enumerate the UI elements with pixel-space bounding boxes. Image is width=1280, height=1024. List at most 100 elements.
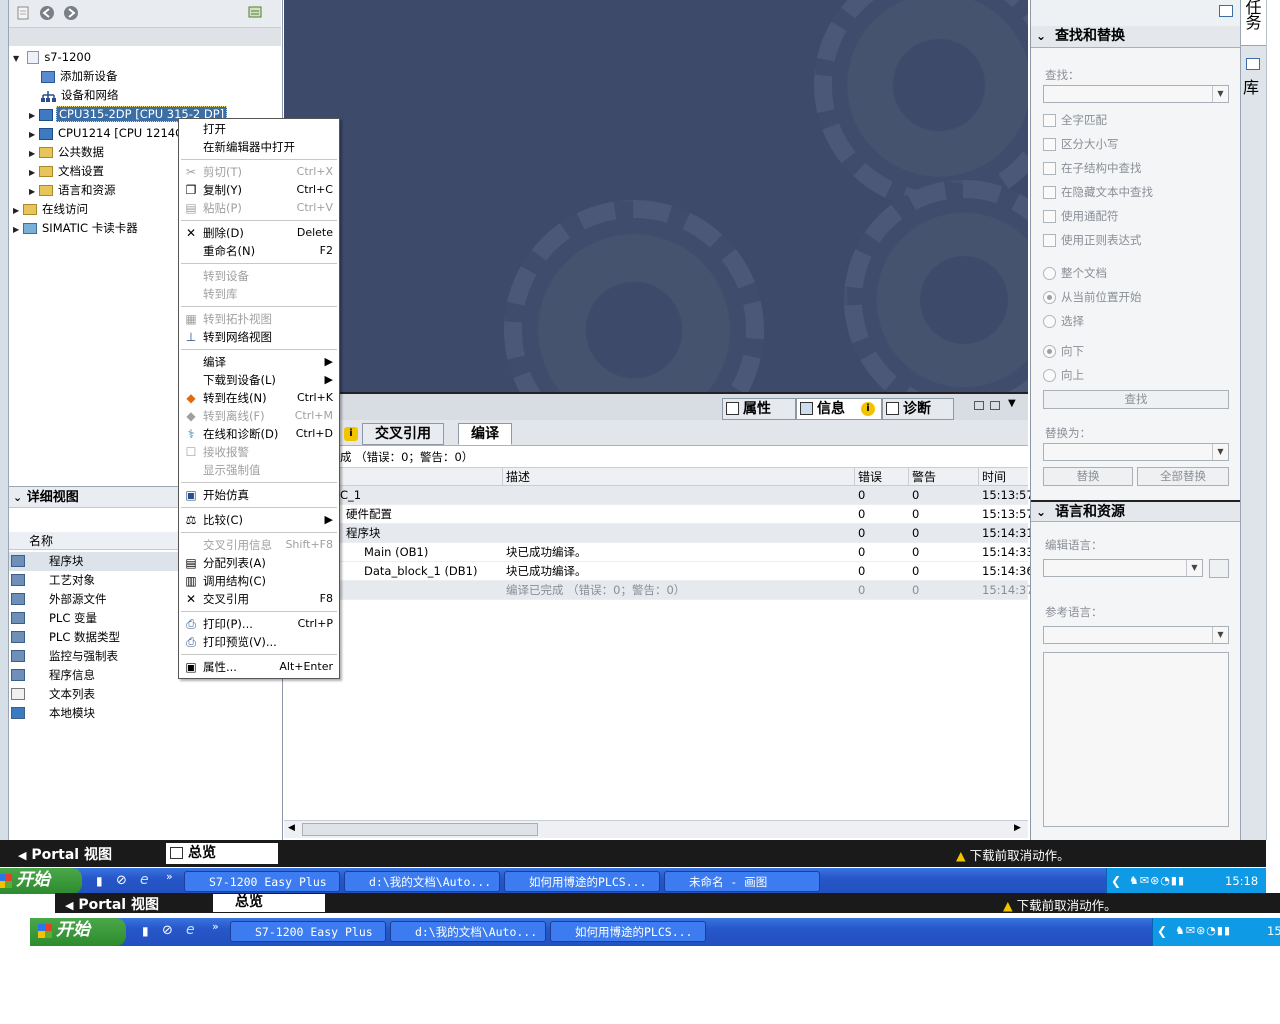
language-settings-icon[interactable] [1209,559,1229,578]
tree-item-cpu1214[interactable]: ▶ CPU1214 [CPU 1214C [29,124,185,143]
direction-down-radio[interactable]: 向下 [1043,343,1084,359]
find-input[interactable]: ▼ [1043,85,1229,103]
expand-arrow-icon[interactable]: ▶ [29,106,39,125]
float-window-icon[interactable] [990,401,1000,410]
taskbar-item[interactable]: d:\我的文档\Auto... [390,921,546,942]
taskbar-item[interactable]: S7-1200 Easy Plus [230,921,386,942]
ie-icon[interactable]: e [186,922,195,938]
menu-item-download[interactable]: 下载到设备(L) ▶ [179,371,339,389]
replace-button[interactable]: 替换 [1043,467,1133,486]
chevron-right-icon[interactable]: ▶ [1014,823,1021,833]
tab-tasks[interactable]: 任务 [1241,0,1266,46]
scrollbar-thumb[interactable] [302,823,538,836]
detail-item[interactable]: 本地模块 [9,704,281,723]
tree-item-devices-networks[interactable]: 设备和网络 [41,86,121,105]
table-row[interactable]: 编译已完成 （错误：0；警告：0） 0 0 15:14:37 [284,581,1034,600]
chevron-down-icon[interactable]: ▼ [1212,86,1228,102]
checkbox-box[interactable] [1043,138,1056,151]
chevron-down-icon[interactable]: ▼ [1186,560,1202,576]
taskbar-item[interactable]: S7-1200 Easy Plus [184,871,340,892]
column-warnings[interactable]: 警告 [908,468,978,487]
new-icon[interactable] [15,5,33,23]
language-list[interactable] [1043,652,1229,827]
whole-word-checkbox[interactable]: 全字匹配 [1043,112,1107,128]
radio-circle[interactable] [1043,267,1056,280]
chevron-left-icon[interactable]: ◀ [288,823,295,833]
expand-arrow-icon[interactable]: ▶ [29,144,39,163]
start-button[interactable]: 开始 [0,868,82,894]
menu-item-cut[interactable]: ✂ 剪切(T) Ctrl+X [179,163,339,181]
portal-view-button[interactable]: ◀ Portal 视图 [65,894,159,914]
wildcards-checkbox[interactable]: 使用通配符 [1043,208,1119,224]
checkbox-box[interactable] [1043,210,1056,223]
expand-arrow-icon[interactable]: ▼ [13,49,23,68]
tray-icons[interactable]: ♞✉⊛◔▮▮ [1175,918,1231,944]
checkbox-box[interactable] [1043,114,1056,127]
start-button[interactable]: 开始 [30,918,126,946]
checkbox-box[interactable] [1043,234,1056,247]
replace-all-button[interactable]: 全部替换 [1137,467,1229,486]
regex-checkbox[interactable]: 使用正则表达式 [1043,232,1142,248]
detail-item[interactable]: 文本列表 [9,685,281,704]
tree-item-card-reader[interactable]: ▶ SIMATIC 卡读卡器 [13,219,140,238]
menu-item-go-to-device[interactable]: 转到设备 [179,267,339,285]
match-case-checkbox[interactable]: 区分大小写 [1043,136,1119,152]
menu-item-topology-view[interactable]: ▦ 转到拓扑视图 [179,310,339,328]
menu-item-start-simulation[interactable]: ▣ 开始仿真 [179,486,339,504]
find-replace-header[interactable]: ⌄ 查找和替换 [1031,26,1241,48]
taskbar-item[interactable]: 如何用博途的PLCS... [550,921,706,942]
tree-item-languages[interactable]: ▶ 语言和资源 [29,181,118,200]
tray-icons[interactable]: ♞✉⊛◔▮▮ [1129,868,1185,894]
menu-item-open[interactable]: 打开 [179,120,339,138]
find-button[interactable]: 查找 [1043,390,1229,409]
taskbar-item[interactable]: d:\我的文档\Auto... [344,871,500,892]
menu-item-network-view[interactable]: ⊥ 转到网络视图 [179,328,339,346]
scope-from-current-radio[interactable]: 从当前位置开始 [1043,289,1142,305]
menu-item-rename[interactable]: 重命名(N) F2 [179,242,339,260]
tree-item-common-data[interactable]: ▶ 公共数据 [29,143,106,162]
overview-tab[interactable]: 总览 [166,843,278,864]
direction-up-radio[interactable]: 向上 [1043,367,1084,383]
scope-whole-document-radio[interactable]: 整个文档 [1043,265,1107,281]
column-time[interactable]: 时间 [978,468,1028,487]
tree-item-add-device[interactable]: 添加新设备 [41,67,120,86]
table-row[interactable]: 硬件配置 0 0 15:13:57 [284,505,1034,524]
quicklaunch-icon[interactable]: ▮ [142,924,149,938]
tab-cross-references[interactable]: 交叉引用 [362,423,444,445]
expand-arrow-icon[interactable]: ▶ [13,220,23,239]
menu-item-compile[interactable]: 编译 ▶ [179,353,339,371]
table-row[interactable]: Data_block_1 (DB1) 块已成功编译。 0 0 15:14:36 [284,562,1034,581]
menu-item-online-diagnostics[interactable]: ⚕ 在线和诊断(D) Ctrl+D [179,425,339,443]
tab-compile[interactable]: 编译 [458,423,512,445]
panel-layout-icon[interactable] [1219,5,1233,17]
forward-icon[interactable] [63,5,81,23]
language-resources-header[interactable]: ⌄ 语言和资源 [1031,500,1241,522]
menu-item-call-structure[interactable]: ▥ 调用结构(C) [179,572,339,590]
menu-item-print-preview[interactable]: ⎙ 打印预览(V)... [179,633,339,651]
tree-item-doc-settings[interactable]: ▶ 文档设置 [29,162,106,181]
chevron-left-icon[interactable]: ❮ [1111,868,1121,894]
tab-info[interactable]: 信息 i [796,398,882,420]
menu-item-xref-info[interactable]: 交叉引用信息 Shift+F8 [179,536,339,554]
chevron-down-icon[interactable]: ⌄ [13,491,22,504]
chevron-down-icon[interactable]: ▼ [1212,627,1228,643]
edit-language-select[interactable]: ▼ [1043,559,1203,577]
tab-properties[interactable]: 属性 [722,398,796,420]
menu-item-print[interactable]: ⎙ 打印(P)... Ctrl+P [179,615,339,633]
menu-item-copy[interactable]: ❐ 复制(Y) Ctrl+C [179,181,339,199]
menu-item-paste[interactable]: ▤ 粘贴(P) Ctrl+V [179,199,339,217]
radio-circle[interactable] [1043,315,1056,328]
restore-window-icon[interactable] [974,401,984,410]
expand-arrow-icon[interactable]: ▶ [29,125,39,144]
table-row[interactable]: Main (OB1) 块已成功编译。 0 0 15:14:33 [284,543,1034,562]
table-row[interactable]: 程序块 0 0 15:14:31 [284,524,1034,543]
quicklaunch-icon[interactable]: ⊘ [116,873,127,888]
menu-item-cross-references[interactable]: ✕ 交叉引用 F8 [179,590,339,608]
tab-libraries[interactable]: 库 [1241,54,1266,100]
overview-tab[interactable]: 总览 [213,894,325,912]
search-hidden-text-checkbox[interactable]: 在隐藏文本中查找 [1043,184,1153,200]
network-icon[interactable] [247,5,265,23]
chevron-left-icon[interactable]: ❮ [1157,918,1167,944]
quicklaunch-icon[interactable]: ▮ [96,874,103,888]
back-icon[interactable] [39,5,57,23]
